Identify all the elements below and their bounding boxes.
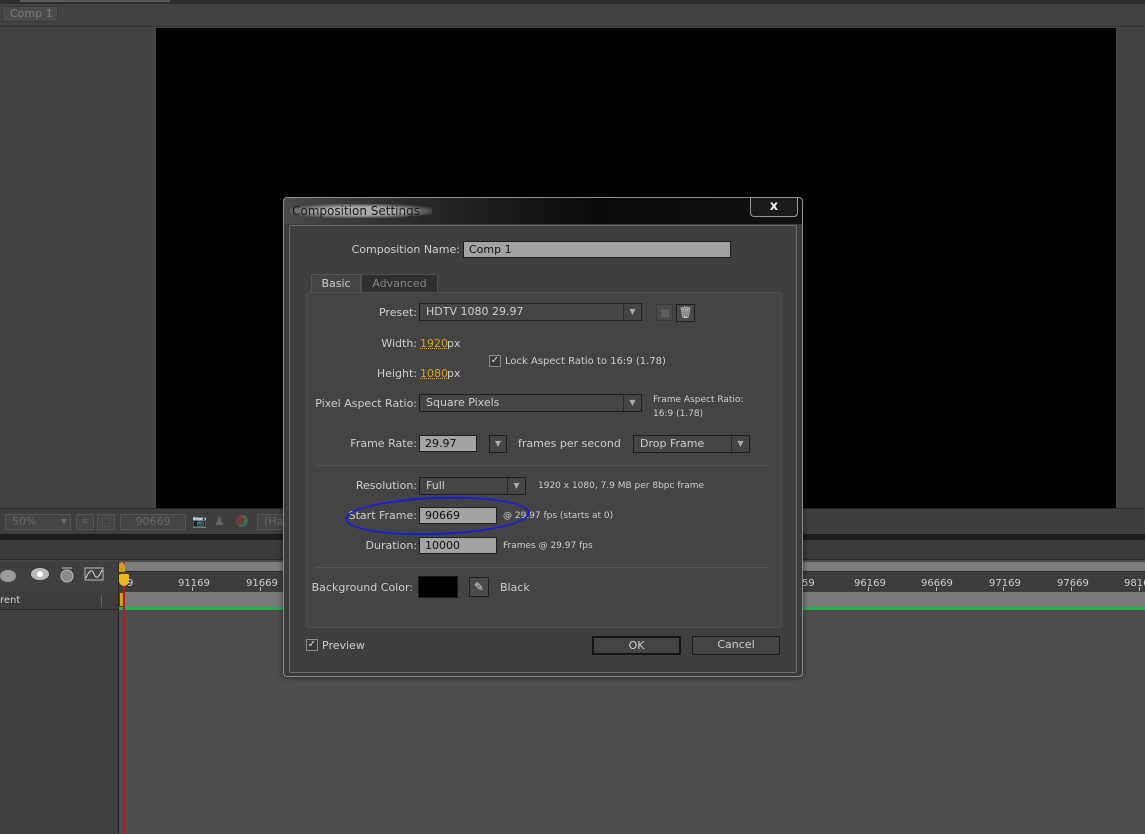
width-value[interactable]: 1920 [420, 337, 448, 350]
preview-label: Preview [322, 639, 365, 652]
viewer-margin-right [1116, 28, 1145, 508]
chevron-down-icon: ▼ [731, 436, 749, 452]
chevron-down-icon: ▼ [507, 478, 525, 494]
duration-input[interactable]: 10000 [419, 537, 497, 554]
mask-visibility-icon[interactable]: ⬚ [97, 514, 115, 530]
motion-blur-icon[interactable] [0, 566, 20, 584]
delete-preset-icon[interactable]: 🗑 [676, 304, 695, 322]
width-label: Width: [381, 337, 417, 350]
lock-aspect-label: Lock Aspect Ratio to 16:9 (1.78) [505, 356, 666, 367]
comp-name-input[interactable]: Comp 1 [463, 241, 731, 258]
comp-name-label: Composition Name: [351, 243, 460, 256]
resolution-info: 1920 x 1080, 7.9 MB per 8bpc frame [538, 481, 705, 491]
height-value[interactable]: 1080 [420, 367, 448, 380]
frame-rate-label: Frame Rate: [350, 437, 417, 450]
background-color-name: Black [500, 581, 530, 594]
width-unit: px [447, 337, 461, 350]
height-unit: px [447, 367, 461, 380]
ruler-tick-label: 97169 [989, 578, 1021, 589]
work-area-start-handle[interactable] [119, 563, 125, 572]
frame-rate-input[interactable]: 29.97 [419, 435, 477, 452]
ruler-tick-label: 91169 [178, 578, 210, 589]
chevron-down-icon: ▼ [623, 395, 641, 411]
frame-rate-dropdown[interactable]: ▼ [489, 435, 507, 453]
duration-label: Duration: [365, 539, 417, 552]
fps-label: frames per second [518, 437, 621, 450]
background-color-label: Background Color: [311, 581, 413, 594]
chevron-down-icon: ▼ [623, 304, 641, 320]
drop-frame-value: Drop Frame [640, 437, 705, 450]
duration-info: Frames @ 29.97 fps [503, 541, 593, 551]
viewer-margin-left [0, 28, 156, 508]
background-color-swatch[interactable] [418, 576, 458, 598]
frame-aspect-ratio-value: 16:9 (1.78) [653, 409, 704, 419]
preset-dropdown[interactable]: HDTV 1080 29.97 ▼ [419, 303, 642, 321]
layer-parent-column: rent [0, 592, 118, 610]
close-button[interactable]: x [750, 198, 798, 217]
preset-label: Preset: [378, 306, 417, 319]
composition-tab[interactable]: Comp 1 [2, 6, 58, 22]
chevron-down-icon: ▼ [494, 439, 502, 448]
pixel-aspect-ratio-label: Pixel Aspect Ratio: [315, 397, 417, 410]
pixel-aspect-ratio-dropdown[interactable]: Square Pixels ▼ [419, 394, 642, 412]
camera-icon[interactable]: 📷 [192, 514, 207, 528]
divider [317, 465, 769, 466]
eyedropper-icon[interactable]: ✎ [469, 577, 489, 597]
cancel-button[interactable]: Cancel [692, 636, 780, 655]
title-safe-icon[interactable]: ⌗ [76, 514, 94, 530]
zoom-value: 50% [12, 515, 37, 528]
ruler-tick-label: 96169 [854, 578, 886, 589]
lock-aspect-checkbox[interactable]: ✓ [489, 355, 501, 367]
current-time-display[interactable]: 90669 [120, 514, 186, 530]
layer-in-point-handle[interactable] [119, 592, 124, 607]
dialog-title: Composition Settings [290, 204, 432, 218]
save-preset-icon[interactable] [656, 304, 673, 321]
chevron-down-icon: ▼ [60, 517, 67, 526]
parent-column-label: rent [0, 595, 21, 606]
preset-value: HDTV 1080 29.97 [426, 305, 524, 318]
close-icon: x [769, 199, 779, 214]
ruler-tick-label: 91669 [246, 578, 278, 589]
pixel-aspect-ratio-value: Square Pixels [426, 396, 500, 409]
frame-aspect-ratio-label: Frame Aspect Ratio: [653, 395, 744, 405]
height-label: Height: [376, 367, 417, 380]
person-icon[interactable]: ♟ [214, 514, 225, 528]
basic-tab-panel: Preset: HDTV 1080 29.97 ▼ 🗑 Width: 1920 p… [306, 292, 782, 628]
ruler-tick-label: 97669 [1057, 578, 1089, 589]
color-channels-icon[interactable] [236, 515, 248, 527]
resolution-label: Resolution: [355, 479, 417, 492]
resolution-value: Full [426, 479, 445, 492]
dialog-body: Composition Name: Comp 1 Basic Advanced … [289, 225, 797, 673]
zoom-dropdown[interactable]: 50% ▼ [5, 514, 71, 530]
ok-button[interactable]: OK [592, 636, 681, 655]
ruler-tick-label: 59 [802, 578, 815, 589]
tab-advanced[interactable]: Advanced [361, 274, 438, 293]
dialog-title-bar[interactable]: Composition Settings [284, 198, 802, 224]
preview-checkbox[interactable]: ✓ [306, 639, 318, 651]
tab-basic[interactable]: Basic [311, 274, 361, 293]
ruler-tick-label: 9816 [1124, 578, 1145, 589]
draft-3d-icon[interactable] [30, 566, 50, 584]
brainstorm-icon[interactable] [58, 566, 78, 584]
composition-tab-bar [0, 4, 1145, 27]
composition-settings-dialog: Composition Settings x Composition Name:… [283, 197, 803, 677]
current-time-indicator[interactable] [119, 574, 129, 586]
divider [317, 567, 769, 568]
resolution-dropdown[interactable]: Full ▼ [419, 477, 526, 495]
drop-frame-dropdown[interactable]: Drop Frame ▼ [633, 435, 750, 453]
graph-editor-icon[interactable] [84, 566, 104, 584]
